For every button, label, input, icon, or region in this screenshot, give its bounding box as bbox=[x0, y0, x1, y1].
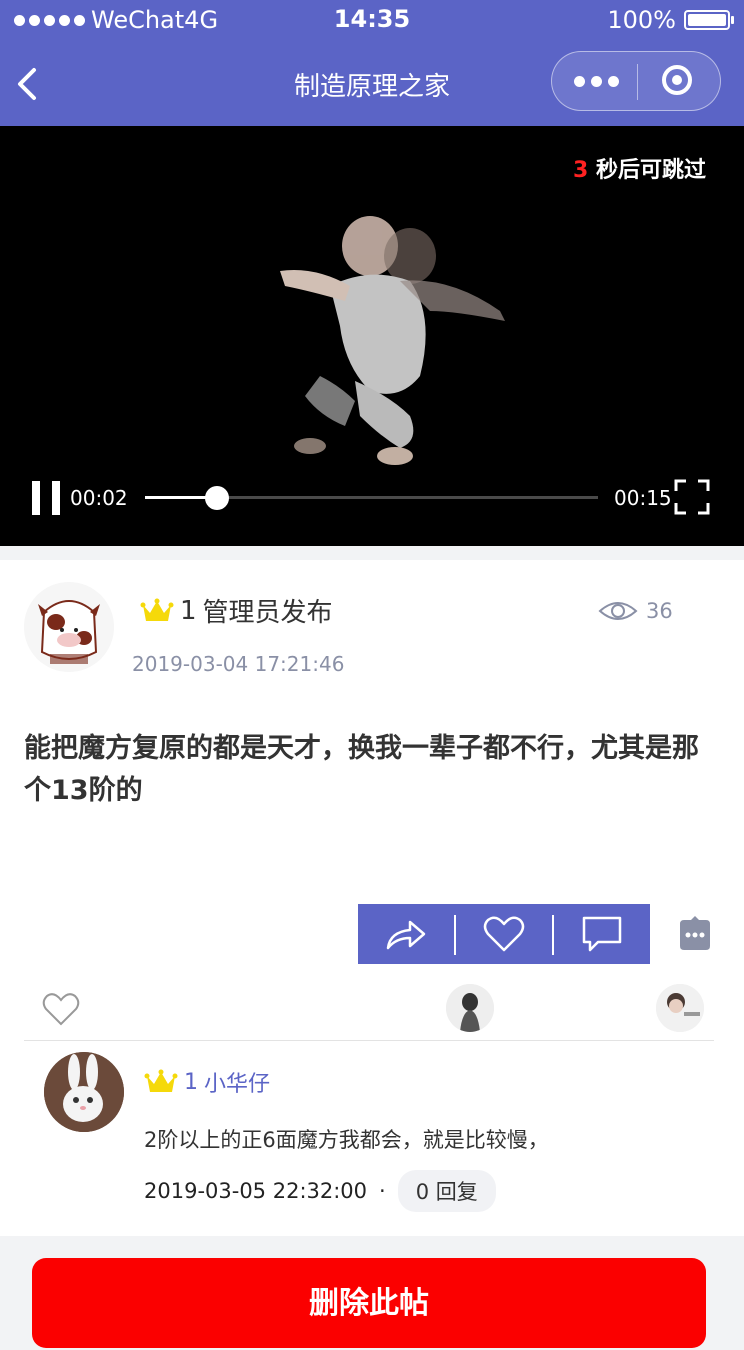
author-avatar[interactable] bbox=[24, 582, 114, 672]
likes-row bbox=[24, 984, 714, 1041]
delete-post-button[interactable]: 删除此帖 bbox=[32, 1258, 706, 1348]
more-dots-icon[interactable] bbox=[574, 76, 619, 87]
like-heart-icon[interactable] bbox=[42, 992, 80, 1026]
battery-percent: 100% bbox=[607, 6, 676, 34]
cow-avatar-icon bbox=[24, 582, 114, 672]
meta-separator: · bbox=[379, 1179, 386, 1203]
heart-icon[interactable] bbox=[456, 904, 552, 964]
author-label: 管理员发布 bbox=[202, 598, 333, 628]
post-card: 1 管理员发布 36 2019-03-04 17:21:46 能把魔方复原的都是… bbox=[0, 560, 744, 1236]
fullscreen-icon[interactable] bbox=[674, 479, 710, 515]
status-bar: WeChat4G 14:35 100% bbox=[0, 0, 744, 40]
comment-text: 2阶以上的正6面魔方我都会，就是比较慢， bbox=[144, 1128, 549, 1152]
comment-date: 2019-03-05 22:32:00 bbox=[144, 1179, 368, 1203]
reply-button[interactable]: 0 回复 bbox=[397, 1170, 496, 1212]
post-date: 2019-03-04 17:21:46 bbox=[132, 652, 345, 676]
progress-thumb[interactable] bbox=[205, 486, 230, 510]
skip-text: 秒后可跳过 bbox=[595, 158, 706, 183]
commenter-name-row: 1 小华仔 bbox=[144, 1066, 270, 1098]
capsule-divider bbox=[637, 64, 638, 100]
comment-icon[interactable] bbox=[554, 904, 650, 964]
pause-icon[interactable] bbox=[32, 481, 60, 515]
video-frame-figure bbox=[280, 216, 505, 465]
post-author: 1 管理员发布 bbox=[140, 592, 333, 629]
skip-count: 3 bbox=[573, 158, 589, 183]
commenter-name[interactable]: 小华仔 bbox=[204, 1066, 270, 1098]
share-icon[interactable] bbox=[358, 904, 454, 964]
nav-bar: 制造原理之家 bbox=[0, 40, 744, 126]
mini-program-capsule bbox=[551, 51, 721, 111]
battery-icon bbox=[684, 10, 734, 30]
liker-avatar[interactable] bbox=[446, 984, 494, 1032]
liker-avatar-image bbox=[656, 984, 704, 1032]
view-count-value: 36 bbox=[646, 599, 673, 623]
progress-bar[interactable] bbox=[145, 486, 598, 510]
skip-countdown[interactable]: 3 秒后可跳过 bbox=[573, 152, 706, 184]
footer: 删除此帖 bbox=[0, 1236, 744, 1348]
post-content: 能把魔方复原的都是天才，换我一辈子都不行，尤其是那个13阶的 bbox=[24, 733, 699, 806]
commenter-level: 1 bbox=[184, 1069, 198, 1095]
video-player[interactable]: 3 秒后可跳过 00:02 00:15 bbox=[0, 126, 744, 546]
view-count: 36 bbox=[598, 598, 673, 624]
liker-avatar[interactable] bbox=[656, 984, 704, 1032]
total-time: 00:15 bbox=[614, 486, 672, 510]
commenter-avatar[interactable] bbox=[44, 1052, 124, 1132]
comment-meta: 2019-03-05 22:32:00 · 0 回复 bbox=[144, 1170, 496, 1212]
rabbit-avatar-icon bbox=[44, 1052, 124, 1132]
eye-icon bbox=[598, 602, 638, 620]
liker-avatar-image bbox=[446, 984, 494, 1032]
video-controls: 00:02 00:15 bbox=[0, 476, 744, 526]
crown-icon bbox=[140, 598, 174, 621]
post-action-bar bbox=[358, 904, 650, 964]
chat-bubble-icon[interactable] bbox=[676, 916, 714, 952]
crown-icon bbox=[144, 1069, 178, 1092]
current-time: 00:02 bbox=[70, 486, 128, 510]
author-level: 1 bbox=[180, 595, 197, 626]
target-icon[interactable] bbox=[662, 65, 692, 95]
